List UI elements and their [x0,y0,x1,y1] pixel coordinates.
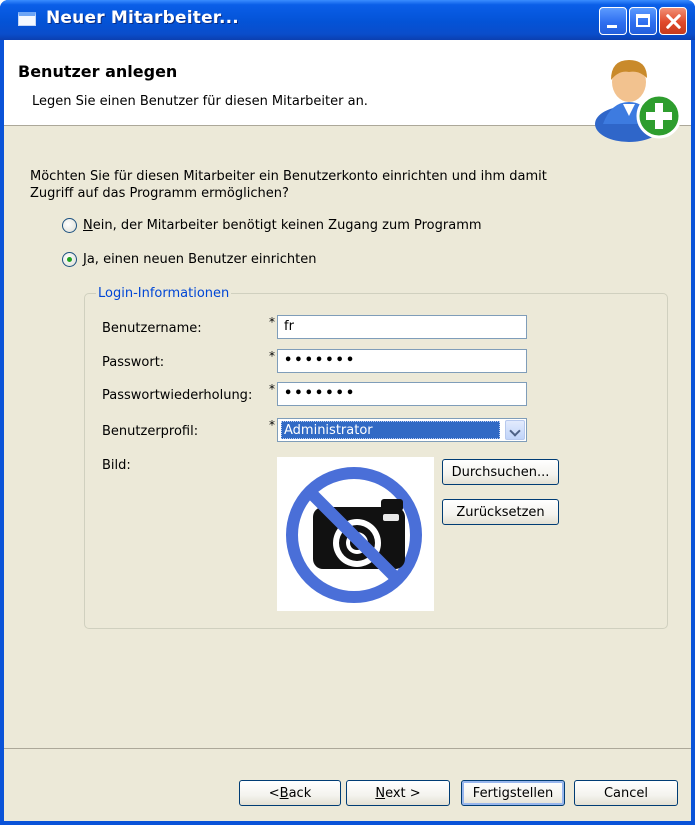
title-bar[interactable]: Neuer Mitarbeiter... [0,0,695,40]
password-input[interactable]: ••••••• [277,349,527,373]
next-button[interactable]: Next > [346,780,450,806]
maximize-icon [636,14,650,27]
dialog-client-area: Benutzer anlegen Legen Sie einen Benutze… [4,40,691,821]
wizard-header: Benutzer anlegen Legen Sie einen Benutze… [4,40,691,142]
minimize-icon [607,25,617,28]
back-button[interactable]: < Back [239,780,341,806]
radio-new-user[interactable]: Ja, einen neuen Benutzer einrichten [62,252,316,267]
password-repeat-required-marker: * [269,382,275,396]
radio-no-access[interactable]: Nein, der Mitarbeiter benötigt keinen Zu… [62,218,482,233]
username-label: Benutzername: [102,321,202,336]
user-add-icon [595,60,682,142]
reset-picture-button[interactable]: Zurücksetzen [442,499,559,525]
username-input[interactable]: fr [277,315,527,339]
radio-button-yes[interactable] [62,252,77,267]
profile-label: Benutzerprofil: [102,424,199,439]
page-subtitle: Legen Sie einen Benutzer für diesen Mita… [32,94,368,109]
profile-selected-value: Administrator [281,421,500,439]
cancel-button[interactable]: Cancel [574,780,678,806]
profile-required-marker: * [269,418,275,432]
username-required-marker: * [269,315,275,329]
finish-button[interactable]: Fertigstellen [461,780,565,806]
radio-button-no[interactable] [62,218,77,233]
image-label: Bild: [102,458,131,473]
close-button[interactable] [659,7,687,35]
question-line-1: Möchten Sie für diesen Mitarbeiter ein B… [30,169,547,184]
minimize-button[interactable] [599,7,627,35]
footer-separator [4,748,691,749]
radio-no-label: Nein, der Mitarbeiter benötigt keinen Zu… [83,218,482,233]
account-question: Möchten Sie für diesen Mitarbeiter ein B… [30,168,610,202]
question-line-2: Zugriff auf das Programm ermöglichen? [30,186,289,201]
chevron-down-icon[interactable] [505,420,525,440]
page-title: Benutzer anlegen [18,62,178,81]
password-repeat-input[interactable]: ••••••• [277,382,527,406]
password-repeat-label: Passwortwiederholung: [102,388,253,403]
browse-button[interactable]: Durchsuchen... [442,459,559,485]
password-label: Passwort: [102,355,165,370]
window-title: Neuer Mitarbeiter... [46,8,239,28]
password-required-marker: * [269,349,275,363]
no-camera-icon [286,467,422,603]
dialog-window: Neuer Mitarbeiter... Benutzer anlegen Le… [0,0,695,825]
radio-yes-label: Ja, einen neuen Benutzer einrichten [83,252,317,267]
user-picture [277,457,434,611]
window-icon [18,12,36,26]
login-info-legend: Login-Informationen [96,286,232,301]
maximize-button[interactable] [629,7,657,35]
profile-select[interactable]: Administrator [277,418,527,442]
